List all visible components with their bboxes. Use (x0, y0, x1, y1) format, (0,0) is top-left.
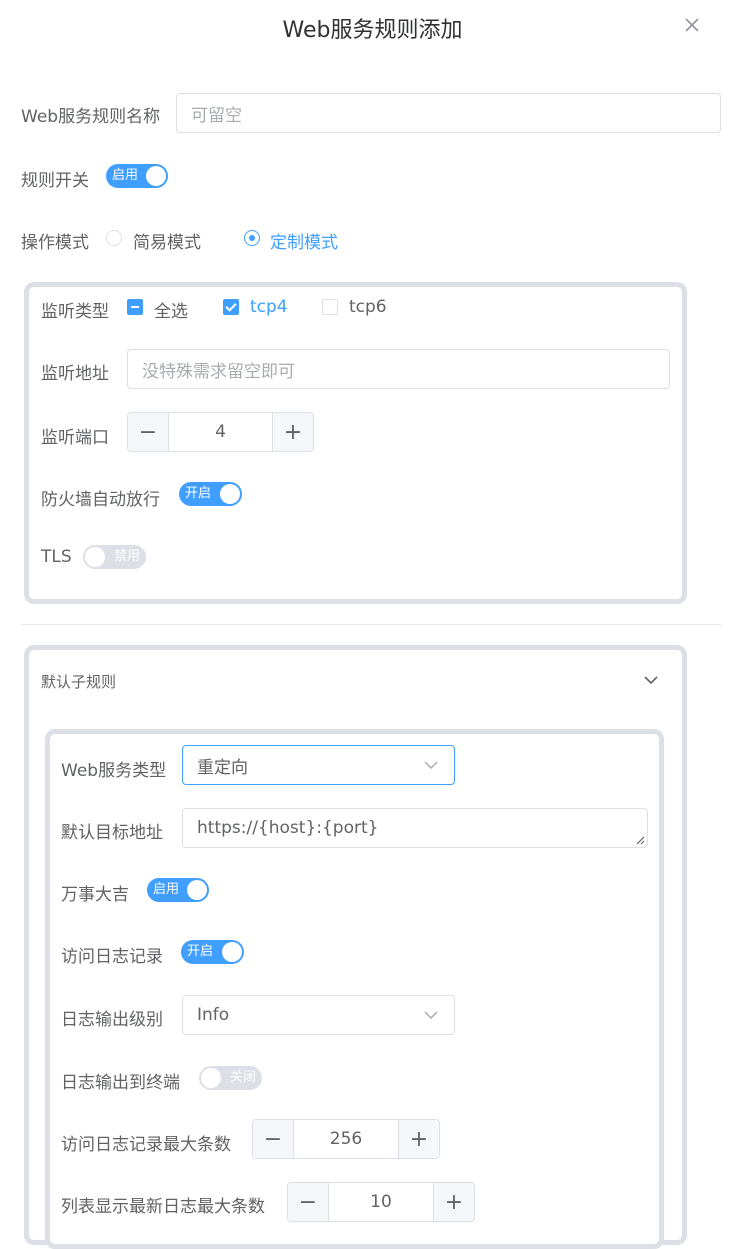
select-all-label[interactable]: 全选 (154, 297, 188, 322)
max-list-log-value[interactable]: 10 (328, 1183, 434, 1221)
access-log-label: 访问日志记录 (61, 947, 163, 967)
rule-switch-label: 规则开关 (21, 171, 89, 191)
chevron-down-icon (424, 761, 438, 770)
chevron-down-icon[interactable] (643, 674, 659, 686)
max-list-log-stepper[interactable]: − 10 + (287, 1182, 475, 1222)
divider (21, 624, 721, 625)
max-access-log-stepper[interactable]: − 256 + (252, 1119, 440, 1159)
resize-handle-icon[interactable] (635, 835, 645, 845)
wanshi-label: 万事大吉 (61, 885, 129, 905)
tcp6-label[interactable]: tcp6 (349, 297, 387, 317)
mode-custom-radio[interactable] (244, 230, 260, 246)
max-access-log-increment-button[interactable]: + (398, 1120, 439, 1158)
max-access-log-decrement-button[interactable]: − (253, 1120, 294, 1158)
close-icon[interactable] (683, 16, 701, 34)
rule-switch[interactable]: 启用 (106, 164, 168, 188)
switch-knob (85, 547, 105, 567)
listen-type-label: 监听类型 (41, 302, 109, 322)
max-list-log-label: 列表显示最新日志最大条数 (61, 1197, 265, 1217)
chevron-down-icon (424, 1011, 438, 1020)
firewall-switch[interactable]: 开启 (179, 482, 242, 506)
max-access-log-value[interactable]: 256 (293, 1120, 399, 1158)
tcp6-checkbox[interactable] (322, 299, 338, 315)
rule-name-input[interactable]: 可留空 (176, 93, 721, 133)
port-decrement-button[interactable]: − (128, 413, 169, 451)
service-type-label: Web服务类型 (61, 761, 167, 781)
firewall-switch-text: 开启 (185, 486, 212, 501)
max-list-log-increment-button[interactable]: + (433, 1183, 474, 1221)
tcp4-checkbox[interactable] (223, 299, 239, 315)
max-access-log-label: 访问日志记录最大条数 (61, 1135, 231, 1155)
switch-knob (146, 166, 166, 186)
tls-switch[interactable]: 禁用 (83, 545, 146, 569)
listen-address-input[interactable]: 没特殊需求留空即可 (127, 349, 670, 389)
log-terminal-switch-text: 关闭 (229, 1070, 256, 1085)
subrule-title[interactable]: 默认子规则 (41, 671, 116, 692)
log-level-select[interactable]: Info (182, 995, 455, 1035)
mode-simple-radio[interactable] (106, 230, 122, 246)
port-increment-button[interactable]: + (272, 413, 313, 451)
select-all-checkbox[interactable] (127, 299, 143, 315)
port-value[interactable]: 4 (168, 413, 273, 451)
listen-port-stepper[interactable]: − 4 + (127, 412, 314, 452)
access-log-switch[interactable]: 开启 (181, 940, 244, 964)
wanshi-switch[interactable]: 启用 (147, 878, 209, 902)
tls-switch-text: 禁用 (113, 549, 140, 564)
mode-simple-label[interactable]: 简易模式 (133, 228, 201, 253)
switch-knob (222, 942, 242, 962)
switch-knob (187, 880, 207, 900)
switch-knob (201, 1068, 221, 1088)
log-level-value: Info (197, 1005, 230, 1025)
target-address-value: https://{host}:{port} (197, 818, 379, 838)
target-address-textarea[interactable]: https://{host}:{port} (182, 808, 648, 848)
firewall-label: 防火墙自动放行 (41, 490, 160, 510)
service-type-select[interactable]: 重定向 (182, 745, 455, 785)
switch-knob (220, 484, 240, 504)
wanshi-switch-text: 启用 (153, 882, 180, 897)
dialog-title: Web服务规则添加 (282, 18, 463, 43)
listen-address-label: 监听地址 (41, 364, 109, 384)
subrule-inner-panel (45, 729, 664, 1249)
rule-name-label: Web服务规则名称 (21, 107, 161, 127)
max-list-log-decrement-button[interactable]: − (288, 1183, 329, 1221)
mode-custom-label[interactable]: 定制模式 (270, 228, 338, 253)
mode-label: 操作模式 (21, 233, 89, 253)
tls-label: TLS (41, 547, 72, 567)
rule-switch-text: 启用 (112, 168, 139, 183)
target-address-label: 默认目标地址 (61, 823, 163, 843)
service-type-value: 重定向 (197, 757, 248, 778)
listen-port-label: 监听端口 (41, 428, 109, 448)
access-log-switch-text: 开启 (187, 944, 214, 959)
tcp4-label[interactable]: tcp4 (250, 297, 288, 317)
log-terminal-switch[interactable]: 关闭 (199, 1066, 262, 1090)
log-terminal-label: 日志输出到终端 (61, 1073, 180, 1093)
log-level-label: 日志输出级别 (61, 1010, 163, 1030)
